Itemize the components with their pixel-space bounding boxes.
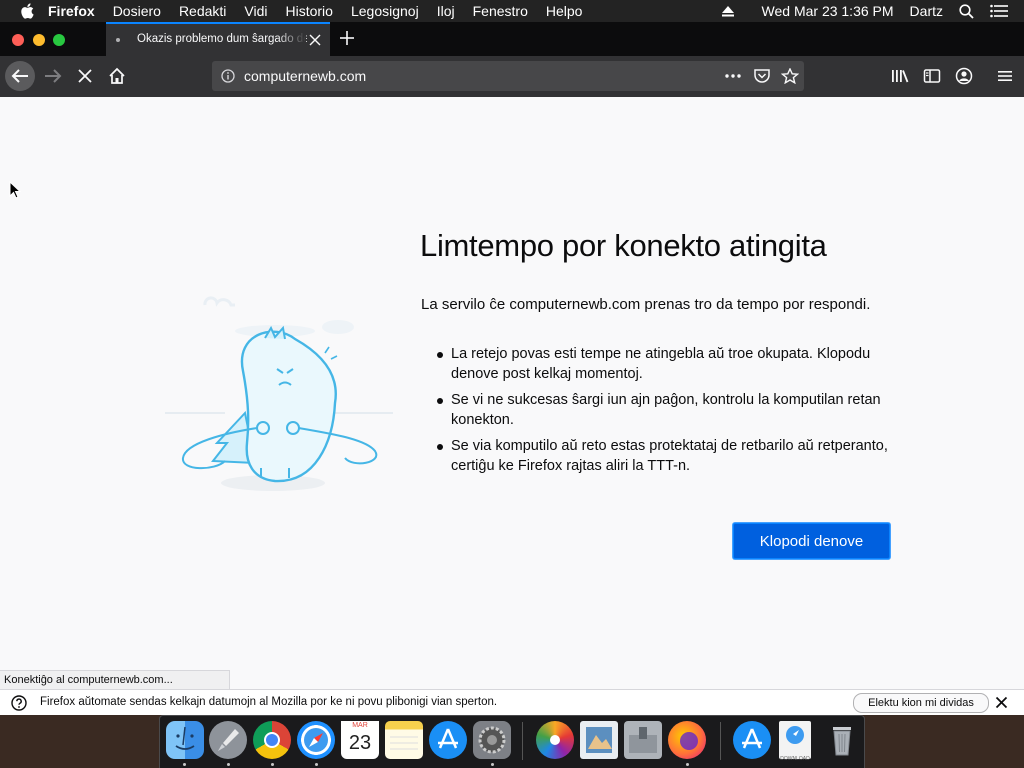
menu-app-firefox[interactable]: Firefox (48, 3, 95, 19)
telemetry-notification-bar: Firefox aŭtomate sendas kelkajn datumojn… (0, 689, 1024, 716)
error-suggestions-list: La retejo povas esti tempe ne atingebla … (437, 345, 897, 483)
pocket-icon[interactable] (753, 68, 771, 84)
running-indicator (686, 763, 689, 766)
status-panel: Konektiĝo al computernewb.com... (0, 670, 230, 689)
back-arrow-icon (11, 69, 28, 83)
window-close-button[interactable] (12, 34, 24, 46)
error-suggestion-item: La retejo povas esti tempe ne atingebla … (437, 345, 897, 384)
menu-helpo[interactable]: Helpo (546, 3, 583, 19)
downloads-icon[interactable]: DOWNLOAD (779, 721, 811, 762)
menu-legosignoj[interactable]: Legosignoj (351, 3, 419, 19)
running-indicator (227, 763, 230, 766)
menu-redakti[interactable]: Redakti (179, 3, 226, 19)
menu-dosiero[interactable]: Dosiero (113, 3, 161, 19)
eject-icon[interactable] (721, 5, 734, 17)
sidebar-button[interactable] (917, 61, 947, 91)
finder-icon[interactable] (166, 721, 204, 759)
apple-icon[interactable] (20, 3, 34, 19)
menu-fenestro[interactable]: Fenestro (473, 3, 528, 19)
notification-center-icon[interactable] (990, 4, 1008, 18)
library-button[interactable] (885, 61, 915, 91)
choose-what-i-share-button[interactable]: Elektu kion mi dividas (853, 693, 989, 713)
tab-active[interactable]: Okazis problemo dum ŝargado de paĝo (106, 22, 330, 56)
home-icon (109, 67, 125, 84)
stop-button[interactable] (70, 61, 100, 91)
address-bar[interactable]: computernewb.com (212, 61, 804, 91)
dock-separator (720, 722, 721, 760)
menu-iloj[interactable]: Iloj (437, 3, 455, 19)
error-title: Limtempo por konekto atingita (420, 228, 827, 263)
sidebar-icon (923, 69, 941, 83)
running-indicator (491, 763, 494, 766)
photos-icon[interactable] (536, 721, 574, 759)
running-indicator (183, 763, 186, 766)
url-text[interactable]: computernewb.com (244, 68, 366, 84)
page-actions-ellipsis-icon[interactable] (724, 68, 742, 84)
calendar-month: MAR (341, 721, 379, 731)
window-minimize-button[interactable] (33, 34, 45, 46)
page-content: Limtempo por konekto atingita La servilo… (0, 97, 1024, 689)
loading-favicon-icon (116, 38, 120, 42)
archive-utility-icon[interactable] (624, 721, 662, 759)
menubar-clock[interactable]: Wed Mar 23 1:36 PM (762, 3, 894, 19)
site-info-icon[interactable] (221, 69, 235, 83)
back-button[interactable] (5, 61, 35, 91)
error-description: La servilo ĉe computernewb.com prenas tr… (421, 296, 871, 313)
menu-vidi[interactable]: Vidi (244, 3, 267, 19)
tab-title-fade (276, 28, 306, 54)
launchpad-icon[interactable] (209, 721, 247, 759)
running-indicator (315, 763, 318, 766)
notification-text: Firefox aŭtomate sendas kelkajn datumojn… (40, 696, 498, 708)
firefox-icon[interactable] (668, 721, 706, 759)
bookmark-star-icon[interactable] (781, 68, 799, 84)
new-tab-plus-icon[interactable] (338, 29, 356, 47)
error-suggestion-item: Se vi ne sukcesas ŝargi iun ajn paĝon, k… (437, 391, 897, 430)
trash-icon[interactable] (823, 721, 861, 759)
calendar-day: 23 (348, 732, 372, 754)
app-store-icon[interactable] (429, 721, 467, 759)
downloads-label: DOWNLOAD (780, 756, 810, 762)
account-avatar-icon (955, 67, 973, 85)
app-store-icon[interactable] (733, 721, 771, 759)
menu-historio[interactable]: Historio (286, 3, 333, 19)
library-icon (892, 70, 909, 83)
nav-toolbar: computernewb.com (0, 56, 1024, 98)
safari-icon[interactable] (297, 721, 335, 759)
menu-bar: Firefox Dosiero Redakti Vidi Historio Le… (0, 0, 1024, 22)
calendar-icon[interactable]: MAR 23 (341, 721, 379, 759)
question-circle-icon (11, 695, 27, 711)
window-zoom-button[interactable] (53, 34, 65, 46)
preview-icon[interactable] (580, 721, 618, 759)
notes-icon[interactable] (385, 721, 423, 759)
system-preferences-icon[interactable] (473, 721, 511, 759)
hamburger-menu-icon (998, 71, 1012, 81)
connection-failure-illustration (165, 296, 393, 491)
error-suggestion-item: Se via komputilo aŭ reto estas protektat… (437, 437, 897, 476)
running-indicator (271, 763, 274, 766)
spotlight-search-icon[interactable] (959, 3, 974, 19)
account-button[interactable] (949, 61, 979, 91)
app-menu-button[interactable] (990, 61, 1020, 91)
try-again-button[interactable]: Klopodi denove (733, 523, 890, 559)
forward-arrow-icon (45, 69, 62, 83)
dock-separator (522, 722, 523, 760)
home-button[interactable] (102, 61, 132, 91)
stop-x-icon (78, 69, 92, 83)
menubar-user[interactable]: Dartz (910, 3, 943, 19)
mouse-cursor-icon (9, 181, 21, 199)
tab-strip: Okazis problemo dum ŝargado de paĝo (0, 22, 1024, 56)
chrome-icon[interactable] (253, 721, 291, 759)
forward-button[interactable] (38, 61, 68, 91)
tab-close-icon[interactable] (308, 33, 322, 47)
dock: MAR 23 DOWNLOAD (159, 715, 865, 768)
notification-close-icon[interactable] (995, 696, 1008, 709)
